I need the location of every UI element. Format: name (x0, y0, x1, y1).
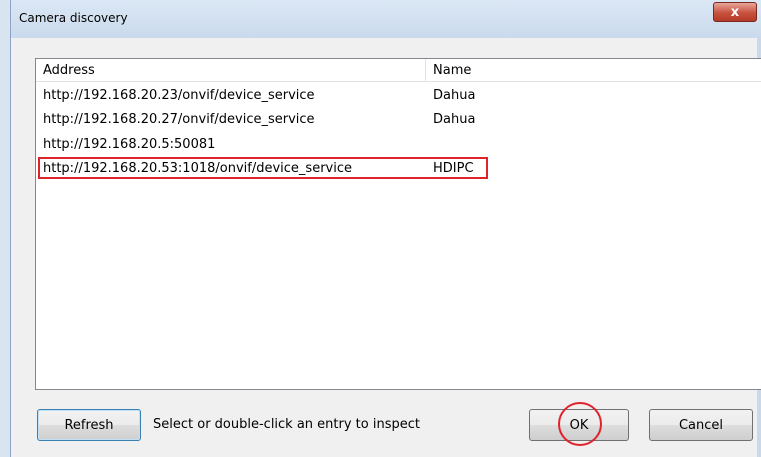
hint-text: Select or double-click an entry to inspe… (153, 417, 420, 432)
list-item[interactable]: http://192.168.20.53:1018/onvif/device_s… (36, 156, 761, 180)
column-header-name[interactable]: Name (433, 63, 471, 78)
camera-list[interactable]: Address Name http://192.168.20.23/onvif/… (35, 58, 761, 390)
dialog-title: Camera discovery (19, 11, 128, 25)
row-address: http://192.168.20.5:50081 (43, 137, 216, 152)
cancel-button[interactable]: Cancel (649, 409, 753, 441)
row-name: Dahua (433, 112, 476, 127)
row-name: HDIPC (433, 161, 474, 176)
camera-discovery-dialog: Camera discovery x Address Name http://1… (10, 0, 761, 457)
title-bar[interactable]: Camera discovery x (11, 0, 761, 38)
row-address: http://192.168.20.27/onvif/device_servic… (43, 112, 315, 127)
refresh-button[interactable]: Refresh (37, 409, 141, 441)
list-item[interactable]: http://192.168.20.23/onvif/device_servic… (36, 83, 761, 107)
row-name: Dahua (433, 88, 476, 103)
close-icon: x (730, 4, 740, 20)
list-item[interactable]: http://192.168.20.5:50081 (36, 132, 761, 156)
close-button[interactable]: x (713, 2, 757, 22)
ok-button[interactable]: OK (529, 409, 629, 441)
dialog-body: Address Name http://192.168.20.23/onvif/… (11, 38, 761, 457)
column-header-address[interactable]: Address (43, 63, 95, 78)
column-separator[interactable] (425, 59, 426, 81)
row-address: http://192.168.20.53:1018/onvif/device_s… (43, 161, 352, 176)
row-address: http://192.168.20.23/onvif/device_servic… (43, 88, 315, 103)
list-item[interactable]: http://192.168.20.27/onvif/device_servic… (36, 107, 761, 131)
list-header: Address Name (36, 59, 761, 82)
